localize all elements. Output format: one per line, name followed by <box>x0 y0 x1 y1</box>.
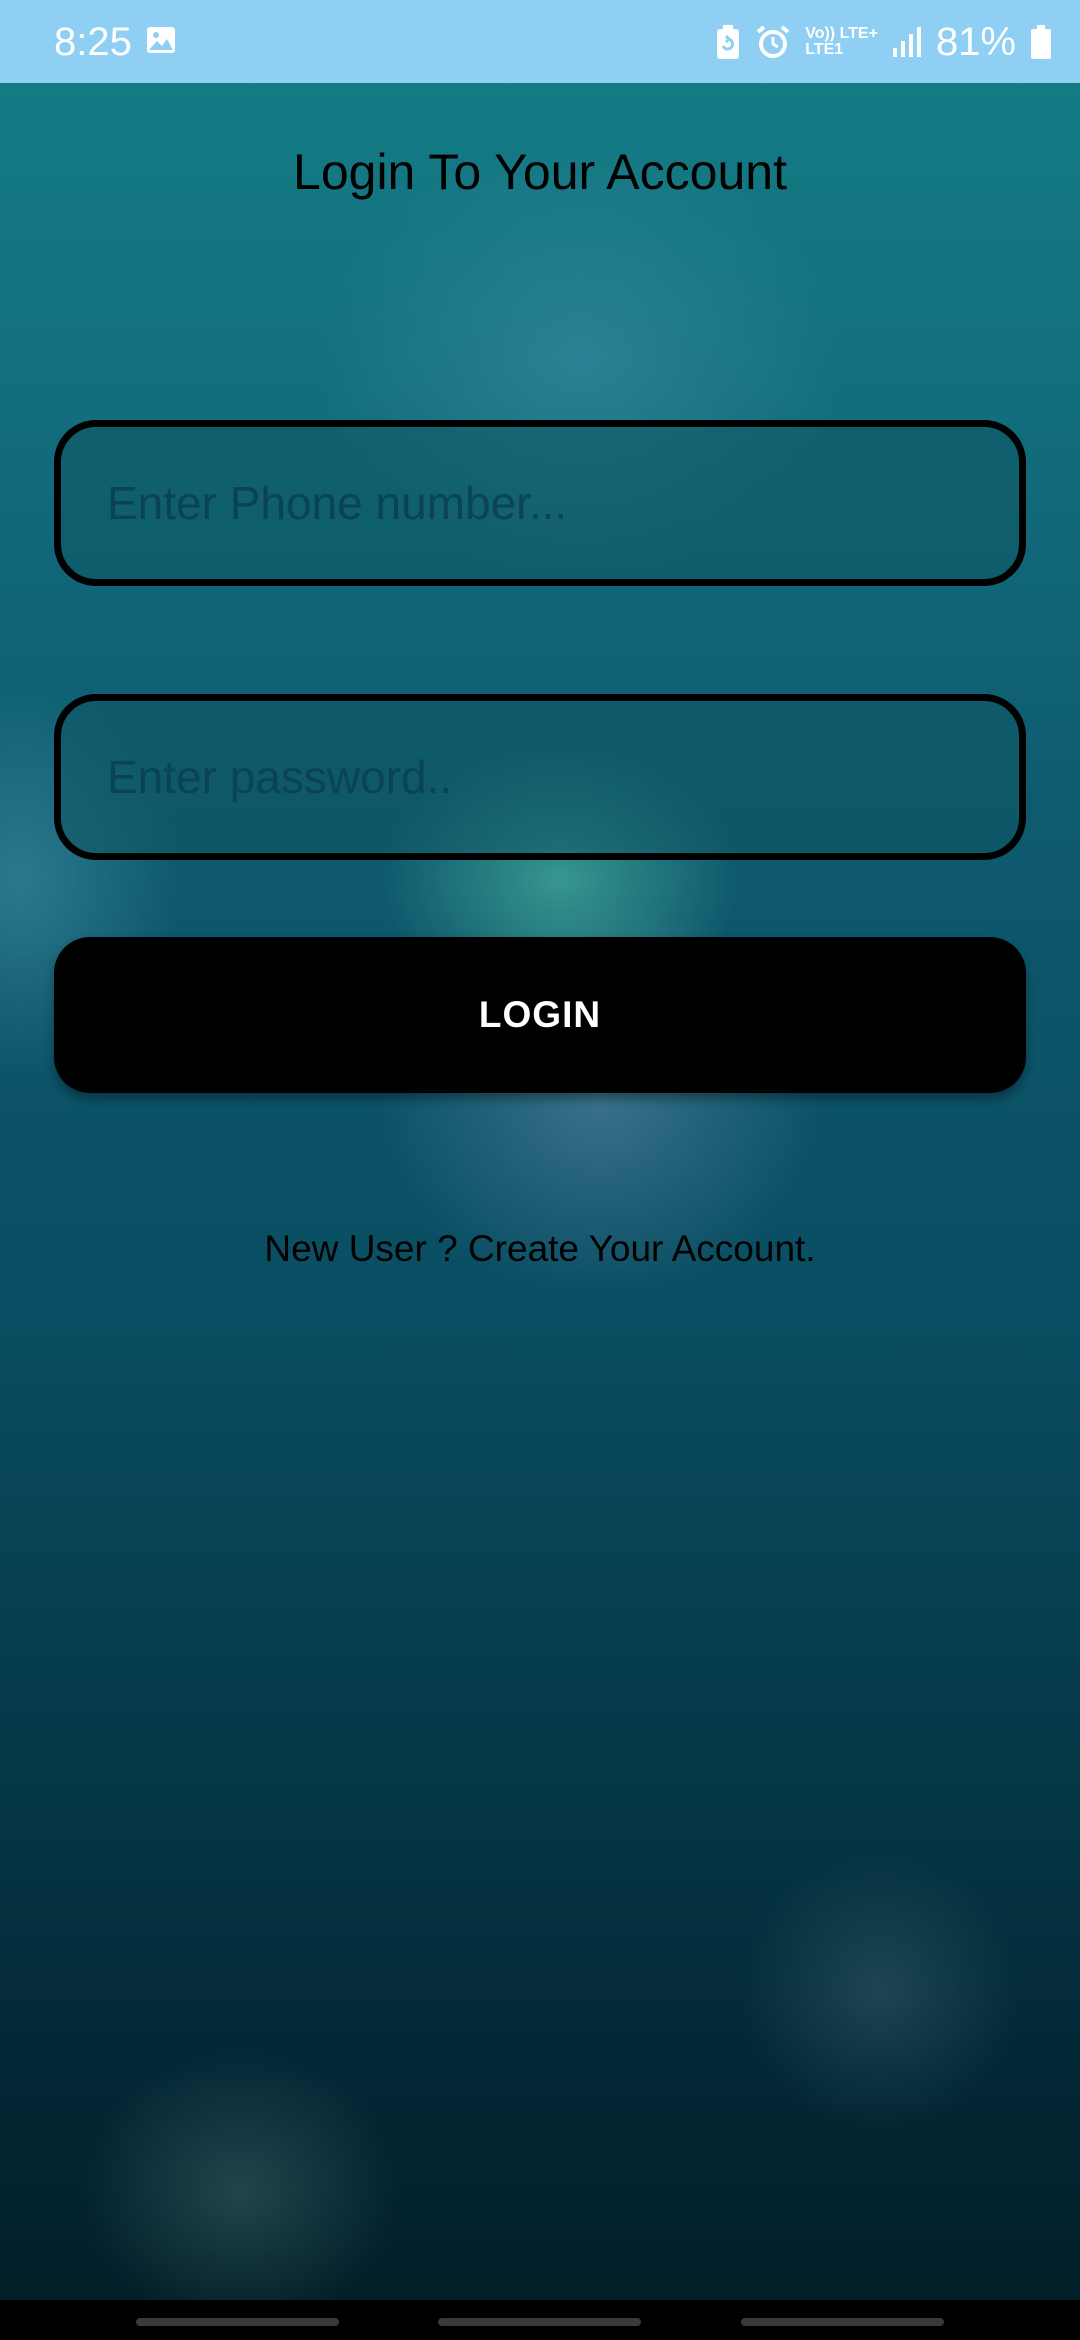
signal-icon <box>892 26 921 57</box>
password-input[interactable] <box>61 701 1019 853</box>
nav-recent-handle[interactable] <box>136 2318 339 2326</box>
network-top-label: Vo)) LTE+ <box>805 24 878 42</box>
gallery-icon <box>147 27 175 53</box>
battery-saver-icon <box>717 24 740 59</box>
phone-input[interactable] <box>61 427 1019 579</box>
create-account-link[interactable]: New User ? Create Your Account. <box>0 1225 1080 1273</box>
network-indicator: Vo)) LTE+ LTE1 <box>805 24 878 58</box>
page-title: Login To Your Account <box>293 144 787 200</box>
password-field[interactable] <box>54 694 1026 860</box>
status-time: 8:25 <box>54 20 132 64</box>
login-button[interactable]: LOGIN <box>54 937 1026 1093</box>
navigation-bar <box>0 2300 1080 2340</box>
nav-back-handle[interactable] <box>741 2318 944 2326</box>
login-screen: 8:25 Vo)) LTE+ LTE1 81% Login To Your Ac… <box>0 0 1080 2340</box>
nav-home-handle[interactable] <box>438 2318 641 2326</box>
network-bottom-label: LTE1 <box>805 40 844 58</box>
status-bar: 8:25 Vo)) LTE+ LTE1 81% <box>0 0 1080 83</box>
battery-icon <box>1031 24 1051 59</box>
battery-percent: 81% <box>935 19 1016 64</box>
phone-field[interactable] <box>54 420 1026 586</box>
status-icons: Vo)) LTE+ LTE1 81% <box>715 0 1052 83</box>
alarm-icon <box>756 24 790 58</box>
